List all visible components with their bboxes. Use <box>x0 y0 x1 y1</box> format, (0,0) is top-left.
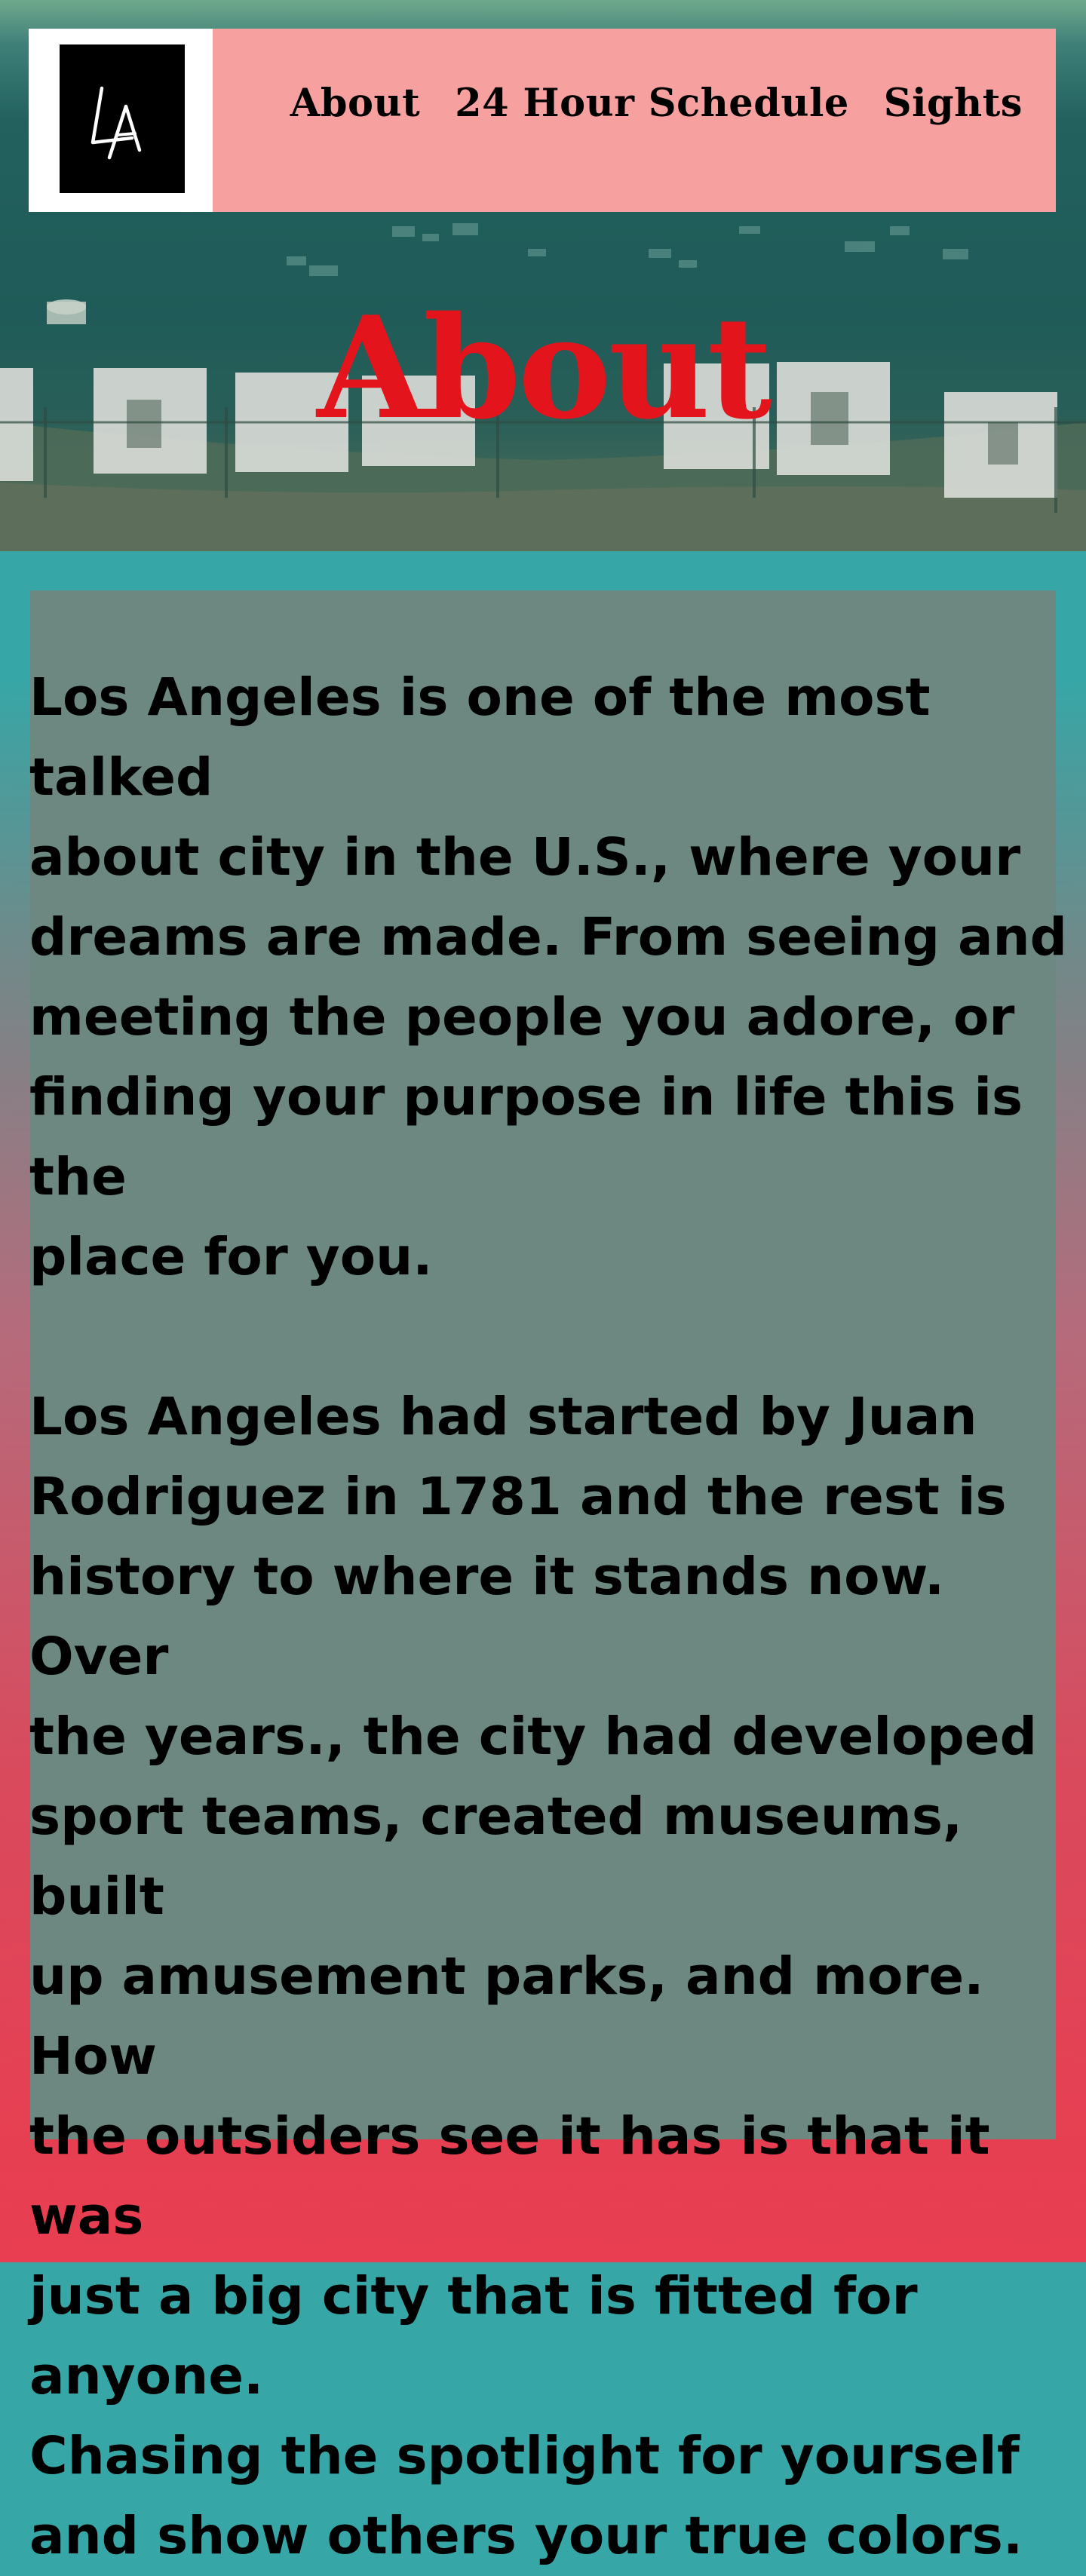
la-monogram-logo-icon <box>60 44 185 193</box>
about-paragraph-intro: Los Angeles is one of the most talked ab… <box>29 667 1068 1287</box>
logo-link[interactable] <box>29 29 213 212</box>
nav-links: About 24 Hour Schedule Sights <box>290 84 1023 123</box>
nav-link-about[interactable]: About <box>290 84 420 123</box>
hero-banner: About 24 Hour Schedule Sights About <box>0 0 1086 551</box>
nav-link-sights[interactable]: Sights <box>884 84 1023 123</box>
about-text: Los Angeles is one of the most talked ab… <box>29 658 1085 2576</box>
about-paragraph-history: Los Angeles had started by Juan Rodrigue… <box>29 1387 1037 2566</box>
nav-link-24-hour-schedule[interactable]: 24 Hour Schedule <box>455 84 849 123</box>
top-navigation-bar: About 24 Hour Schedule Sights <box>29 29 1056 212</box>
page-title: About <box>317 285 772 450</box>
